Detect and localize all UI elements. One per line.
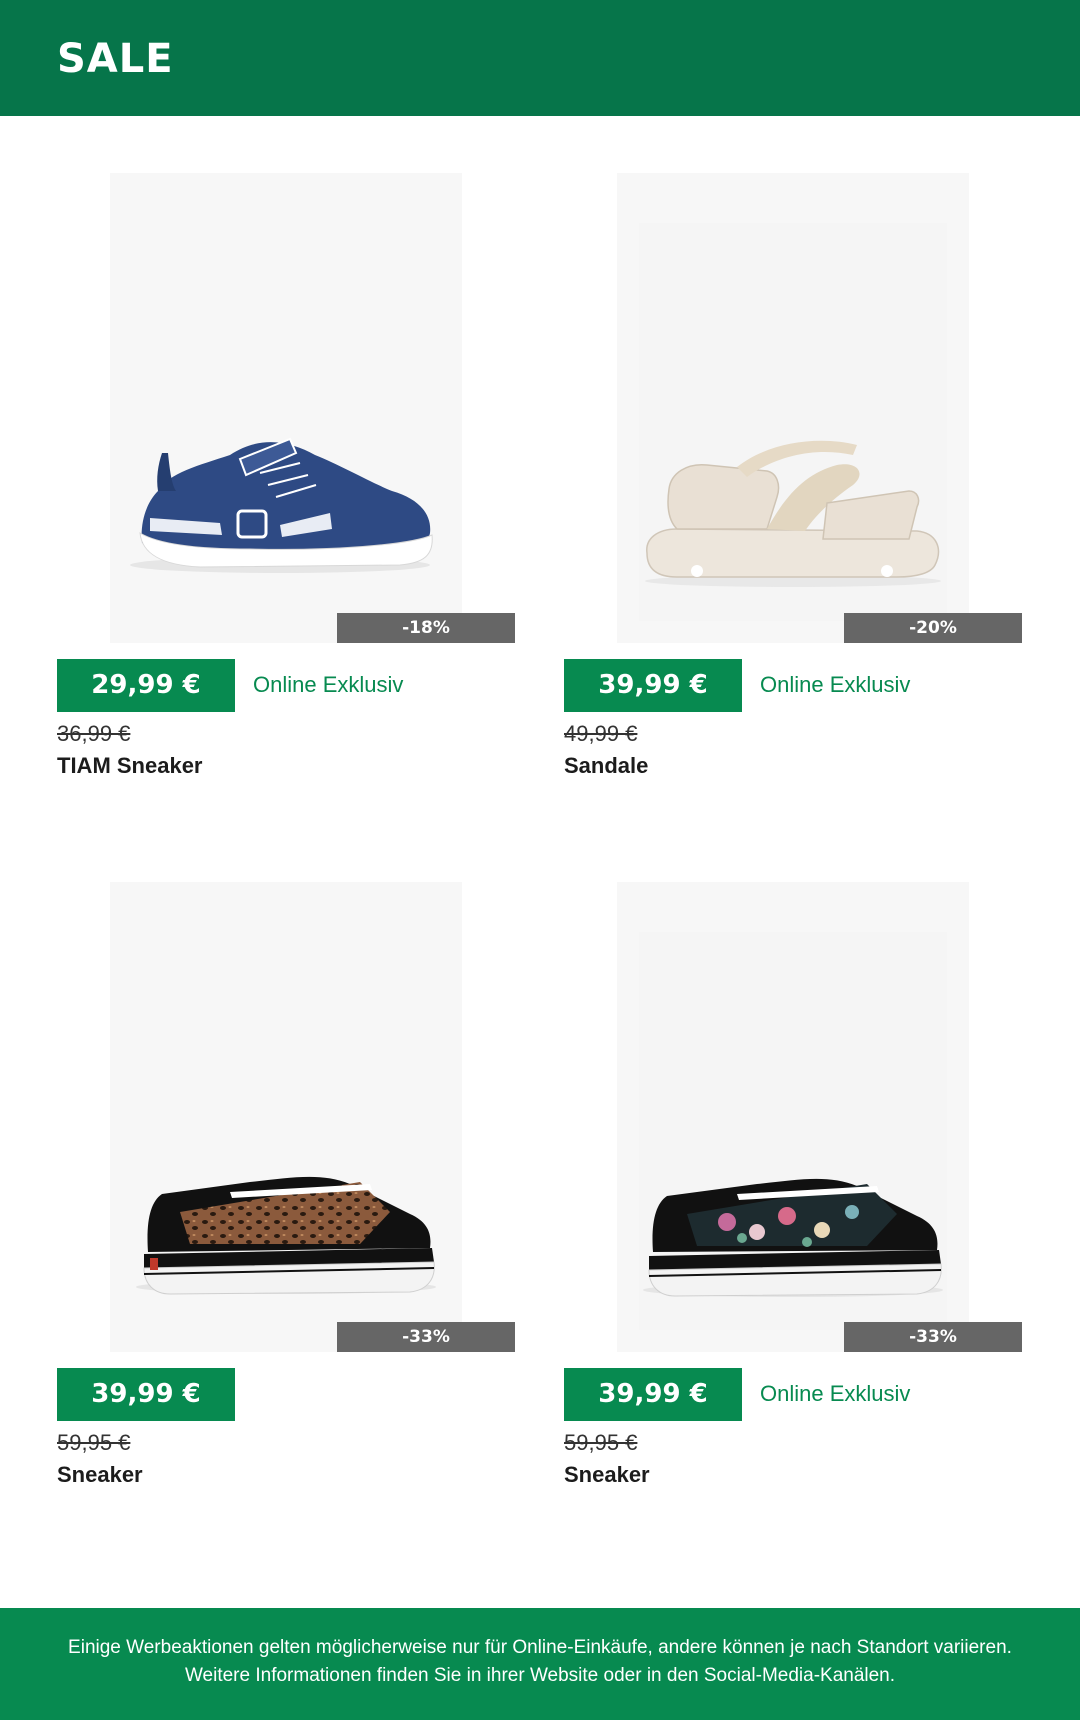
header-bar: SALE [0,0,1080,116]
product-card[interactable]: -33% 39,99 € Online Exklusiv 59,95 € Sne… [564,882,1024,1522]
product-name[interactable]: TIAM Sneaker [57,753,203,779]
sale-price: 39,99 € [564,1368,742,1421]
disclaimer-text: Einige Werbeaktionen gelten möglicherwei… [68,1637,1012,1686]
product-image[interactable] [617,173,969,643]
discount-badge: -20% [844,613,1022,643]
floral-sneaker-icon [643,1178,943,1297]
leopard-sneaker-icon [136,1176,436,1295]
original-price: 36,99 € [57,721,131,746]
product-card[interactable]: -20% 39,99 € Online Exklusiv 49,99 € San… [564,173,1024,813]
online-exclusive-label: Online Exklusiv [253,672,404,697]
product-name[interactable]: Sandale [564,753,648,779]
sale-price: 29,99 € [57,659,235,712]
sale-price: 39,99 € [564,659,742,712]
original-price: 59,95 € [564,1430,638,1455]
original-price: 59,95 € [57,1430,131,1455]
discount-badge: -18% [337,613,515,643]
discount-badge: -33% [844,1322,1022,1352]
product-image[interactable] [617,882,969,1352]
footer-disclaimer: Einige Werbeaktionen gelten möglicherwei… [0,1608,1080,1720]
online-exclusive-label: Online Exklusiv [760,1381,911,1406]
product-card[interactable]: -33% 39,99 € 59,95 € Sneaker [57,882,517,1522]
product-card[interactable]: -18% 29,99 € Online Exklusiv 36,99 € TIA… [57,173,517,813]
navy-kids-sneaker-icon [130,437,433,573]
discount-badge: -33% [337,1322,515,1352]
original-price: 49,99 € [564,721,638,746]
sale-price: 39,99 € [57,1368,235,1421]
beige-sandal-icon [645,440,941,587]
product-image[interactable] [110,173,462,643]
product-image[interactable] [110,882,462,1352]
online-exclusive-label: Online Exklusiv [760,672,911,697]
page-title: SALE [57,36,174,82]
product-name[interactable]: Sneaker [564,1462,650,1488]
product-name[interactable]: Sneaker [57,1462,143,1488]
